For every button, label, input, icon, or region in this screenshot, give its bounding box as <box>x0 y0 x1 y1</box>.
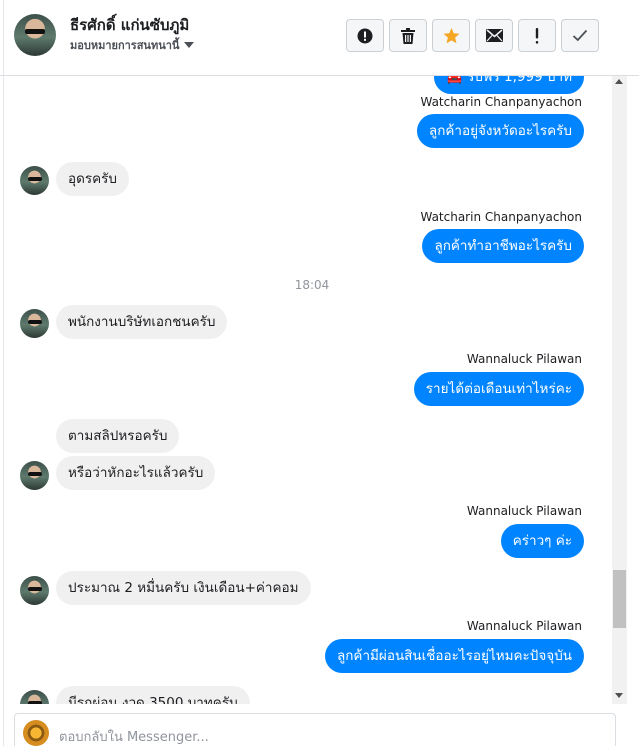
message-bubble-outgoing[interactable]: ลูกค้ามีผ่อนสินเชื่ออะไรอยู่ไหมคะปัจจุบั… <box>324 639 584 673</box>
left-border <box>3 0 4 746</box>
thread-scrollbar[interactable] <box>612 76 627 704</box>
message-sender: Watcharin Chanpanyachon <box>420 95 582 109</box>
contact-avatar-small <box>20 690 49 704</box>
message-sender: Watcharin Chanpanyachon <box>420 210 582 224</box>
message-bubble-incoming[interactable]: ประมาณ 2 หมื่นครับ เงินเดือน+ค่าคอม <box>56 571 311 605</box>
assign-conversation-dropdown[interactable]: มอบหมายการสนทนานี้ <box>70 36 195 54</box>
envelope-icon <box>485 29 503 42</box>
done-button[interactable] <box>561 19 599 52</box>
star-icon <box>443 27 459 43</box>
message-sender: Wannaluck Pilawan <box>466 619 582 633</box>
contact-avatar-small <box>20 461 49 490</box>
message-bubble-outgoing[interactable]: ลูกค้าทำอาชีพอะไรครับ <box>422 229 584 263</box>
message-bubble-outgoing[interactable]: คร่าวๆ ค่ะ <box>500 524 584 558</box>
message-bubble-incoming[interactable]: หรือว่าหักอะไรแล้วครับ <box>56 456 216 490</box>
reply-composer[interactable]: ตอบกลับใน Messenger... <box>14 713 616 746</box>
message-sender: Wannaluck Pilawan <box>466 504 582 518</box>
message-bubble-incoming[interactable]: พนักงานบริษัทเอกชนครับ <box>56 305 228 339</box>
message-sender: Wannaluck Pilawan <box>466 352 582 366</box>
message-bubble-outgoing[interactable]: 🚘 รับฟรี 1,999 บาท <box>433 76 584 94</box>
conversation-toolbar <box>346 19 599 52</box>
message-thread[interactable]: 🚘 รับฟรี 1,999 บาท Watcharin Chanpanyach… <box>4 76 612 704</box>
message-bubble-outgoing[interactable]: รายได้ต่อเดือนเท่าไหร่คะ <box>413 372 584 406</box>
scroll-down-arrow-icon[interactable] <box>615 693 623 698</box>
exclamation-icon <box>535 27 539 44</box>
conversation-header: ธีรศักดิ์ แก่นซับภูมิ มอบหมายการสนทนานี้ <box>0 0 639 76</box>
time-separator: 18:04 <box>294 278 330 292</box>
mark-unread-button[interactable] <box>475 19 513 52</box>
message-bubble-outgoing[interactable]: ลูกค้าอยู่จังหวัดอะไรครับ <box>416 114 584 148</box>
contact-avatar-small <box>20 309 49 338</box>
scrollbar-thumb[interactable] <box>613 570 626 628</box>
scroll-up-arrow-icon[interactable] <box>615 79 623 84</box>
page-avatar <box>23 720 49 746</box>
alert-circle-icon <box>357 28 373 43</box>
checkmark-icon <box>572 29 588 42</box>
follow-up-button[interactable] <box>518 19 556 52</box>
contact-avatar-small <box>20 576 49 605</box>
contact-avatar[interactable] <box>14 14 56 56</box>
assign-conversation-label: มอบหมายการสนทนานี้ <box>70 39 180 52</box>
spam-button[interactable] <box>346 19 384 52</box>
trash-icon <box>401 27 415 44</box>
caret-down-icon <box>184 42 195 48</box>
message-bubble-incoming[interactable]: อุดรครับ <box>56 162 129 196</box>
contact-name[interactable]: ธีรศักดิ์ แก่นซับภูมิ <box>70 13 189 37</box>
star-button[interactable] <box>432 19 470 52</box>
message-bubble-incoming[interactable]: ตามสลิปหรอครับ <box>56 419 180 453</box>
reply-input[interactable]: ตอบกลับใน Messenger... <box>59 726 209 746</box>
contact-avatar-small <box>20 166 49 195</box>
delete-button[interactable] <box>389 19 427 52</box>
message-bubble-incoming[interactable]: มีรถผ่อน งวด 3500 บาทครับ <box>56 686 250 704</box>
